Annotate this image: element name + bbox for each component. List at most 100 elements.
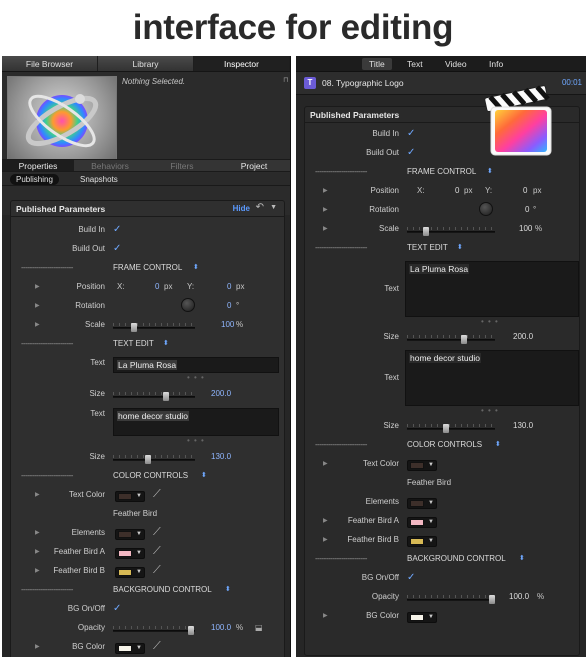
feather-b-color-well[interactable]: ▼ <box>115 567 145 578</box>
eyedropper-icon[interactable]: ⟋ <box>153 545 161 558</box>
rotation-disclosure[interactable]: ▶ <box>35 302 40 309</box>
text-color-disclosure[interactable]: ▶ <box>323 460 328 467</box>
size-slider-thumb[interactable] <box>443 424 449 433</box>
eyedropper-icon[interactable]: ⟋ <box>153 526 161 539</box>
scale-slider-track[interactable] <box>407 231 495 233</box>
feather-b-color-well[interactable]: ▼ <box>407 536 437 547</box>
resize-grip[interactable]: • • • <box>481 406 499 415</box>
frame-control-stepper[interactable]: ⬍ <box>487 167 493 175</box>
position-y-value[interactable]: 0 <box>523 186 527 195</box>
text-edit-stepper[interactable]: ⬍ <box>163 339 169 347</box>
rig-icon[interactable]: ⬓ <box>255 623 263 632</box>
build-in-checkbox[interactable]: ✓ <box>113 225 122 235</box>
size-slider-track[interactable] <box>407 339 495 341</box>
text-edit-stepper[interactable]: ⬍ <box>457 243 463 251</box>
color-controls-stepper[interactable]: ⬍ <box>201 471 207 479</box>
position-x-value[interactable]: 0 <box>155 282 159 291</box>
scale-slider-thumb[interactable] <box>423 227 429 236</box>
eyedropper-icon[interactable]: ⟋ <box>153 640 161 653</box>
tab-filters[interactable]: Filters <box>146 160 218 171</box>
bg-color-well[interactable]: ▼ <box>115 643 145 654</box>
text2-field[interactable]: home decor studio <box>405 350 579 406</box>
opacity-slider-track[interactable] <box>113 630 195 632</box>
scale-disclosure[interactable]: ▶ <box>35 321 40 328</box>
position-y-value[interactable]: 0 <box>227 282 231 291</box>
size-slider-thumb[interactable] <box>461 335 467 344</box>
position-x-value[interactable]: 0 <box>455 186 459 195</box>
elements-color-well[interactable]: ▼ <box>115 529 145 540</box>
size-slider-track[interactable] <box>407 428 495 430</box>
feather-a-color-well[interactable]: ▼ <box>407 517 437 528</box>
scale-value[interactable]: 100 <box>221 320 234 329</box>
tab-video[interactable]: Video <box>438 58 474 70</box>
size-slider-track[interactable] <box>113 396 195 398</box>
pill-publishing[interactable]: Publishing <box>10 174 59 185</box>
text1-field[interactable]: La Pluma Rosa <box>113 357 279 373</box>
resize-grip[interactable]: • • • <box>187 373 205 382</box>
rotation-value[interactable]: 0 <box>227 301 231 310</box>
tab-project[interactable]: Project <box>218 160 290 171</box>
size-slider-thumb[interactable] <box>145 455 151 464</box>
resize-grip[interactable]: • • • <box>481 317 499 326</box>
tab-info[interactable]: Info <box>482 58 510 70</box>
tab-text[interactable]: Text <box>400 58 430 70</box>
text2-field[interactable]: home decor studio <box>113 408 279 436</box>
text-color-well[interactable]: ▼ <box>407 460 437 471</box>
tab-behaviors[interactable]: Behaviors <box>74 160 146 171</box>
bg-color-well[interactable]: ▼ <box>407 612 437 623</box>
background-control-stepper[interactable]: ⬍ <box>225 585 231 593</box>
title-clip-icon: T <box>304 77 316 89</box>
rotation-dial[interactable] <box>181 298 195 312</box>
tab-file-browser[interactable]: File Browser <box>2 56 98 71</box>
position-disclosure[interactable]: ▶ <box>35 283 40 290</box>
lock-icon[interactable]: ⊓ <box>283 76 288 84</box>
frame-control-label: FRAME CONTROL <box>113 263 183 272</box>
build-out-checkbox[interactable]: ✓ <box>113 244 122 254</box>
elements-color-well[interactable]: ▼ <box>407 498 437 509</box>
build-out-checkbox[interactable]: ✓ <box>407 148 416 158</box>
size-slider-track[interactable] <box>113 459 195 461</box>
size1-value[interactable]: 200.0 <box>211 389 231 398</box>
eyedropper-icon[interactable]: ⟋ <box>153 488 161 501</box>
rotation-dial[interactable] <box>479 202 493 216</box>
resize-grip[interactable]: • • • <box>187 436 205 445</box>
disclosure-triangle-icon[interactable]: ▼ <box>270 204 277 211</box>
size-slider-thumb[interactable] <box>163 392 169 401</box>
rotation-value[interactable]: 0 <box>525 205 529 214</box>
tab-title[interactable]: Title <box>362 58 392 70</box>
text1-field[interactable]: La Pluma Rosa <box>405 261 579 317</box>
feather-a-color-well[interactable]: ▼ <box>115 548 145 559</box>
tab-properties[interactable]: Properties <box>2 160 74 171</box>
scale-disclosure[interactable]: ▶ <box>323 225 328 232</box>
text-color-disclosure[interactable]: ▶ <box>35 491 40 498</box>
tab-library[interactable]: Library <box>98 56 194 71</box>
opacity-slider-ticks <box>407 595 495 598</box>
tab-inspector[interactable]: Inspector <box>194 56 290 71</box>
frame-control-stepper[interactable]: ⬍ <box>193 263 199 271</box>
size2-value[interactable]: 130.0 <box>211 452 231 461</box>
rotation-disclosure[interactable]: ▶ <box>323 206 328 213</box>
color-controls-stepper[interactable]: ⬍ <box>495 440 501 448</box>
fcp-published-parameters-box: Published Parameters Build In ✓ Build Ou… <box>304 106 580 656</box>
scale-slider-thumb[interactable] <box>131 323 137 332</box>
opacity-slider-thumb[interactable] <box>188 626 194 635</box>
build-in-checkbox[interactable]: ✓ <box>407 129 416 139</box>
scale-slider-track[interactable] <box>113 327 195 329</box>
eyedropper-icon[interactable]: ⟋ <box>153 564 161 577</box>
opacity-value[interactable]: 100.0 <box>211 623 231 632</box>
elements-disclosure[interactable]: ▶ <box>35 529 40 536</box>
bg-onoff-checkbox[interactable]: ✓ <box>407 573 416 583</box>
scale-value[interactable]: 100 <box>519 224 532 233</box>
size1-value[interactable]: 200.0 <box>513 332 533 341</box>
undo-icon[interactable]: ↶ <box>256 202 264 213</box>
hide-button[interactable]: Hide <box>233 204 250 213</box>
text-color-well[interactable]: ▼ <box>115 491 145 502</box>
size2-value[interactable]: 130.0 <box>513 421 533 430</box>
position-disclosure[interactable]: ▶ <box>323 187 328 194</box>
opacity-slider-track[interactable] <box>407 599 495 601</box>
background-control-stepper[interactable]: ⬍ <box>519 554 525 562</box>
pill-snapshots[interactable]: Snapshots <box>74 174 124 185</box>
opacity-value[interactable]: 100.0 <box>509 592 529 601</box>
opacity-slider-thumb[interactable] <box>489 595 495 604</box>
bg-onoff-checkbox[interactable]: ✓ <box>113 604 122 614</box>
